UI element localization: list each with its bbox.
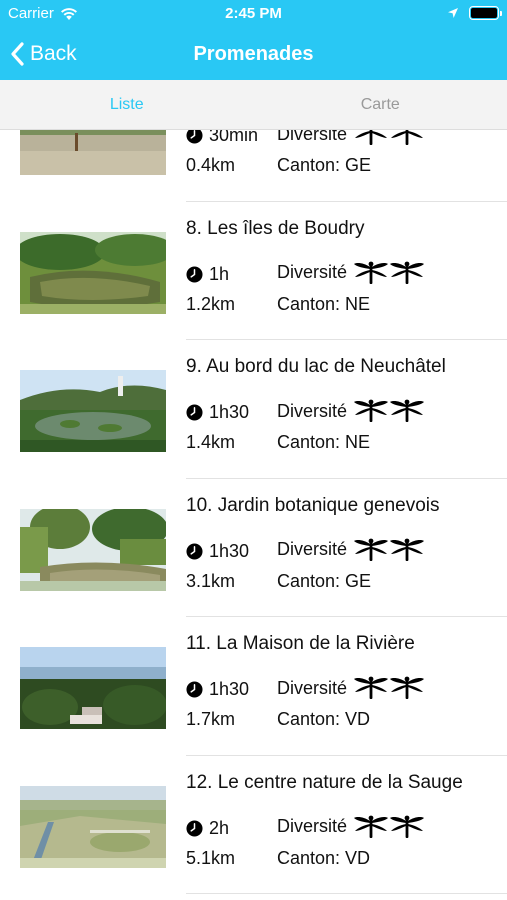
walk-thumbnail (20, 231, 166, 314)
diversity-label: Diversité (277, 677, 348, 698)
distance: 5.1km (186, 847, 236, 868)
walk-thumbnail (20, 785, 166, 868)
scenery-image (20, 785, 166, 868)
duration: 1h30 (186, 679, 249, 700)
dragonfly-icon (390, 676, 425, 699)
dragonfly-rating (353, 399, 425, 423)
duration-value: 1h30 (209, 679, 250, 699)
diversity: Diversité (277, 538, 425, 562)
tab-carte[interactable]: Carte (254, 80, 507, 129)
walk-title: 10. Jardin botanique genevois (186, 494, 440, 516)
diversity-label: Diversité (277, 539, 348, 559)
clock-icon (186, 130, 203, 144)
dragonfly-icon (354, 676, 389, 699)
walk-thumbnail (20, 508, 166, 591)
distance: 1.2km (186, 293, 236, 314)
walk-thumbnail (20, 370, 166, 452)
canton: Canton: VD (277, 709, 371, 729)
dragonfly-rating (353, 538, 425, 562)
distance: 0.4km (186, 155, 236, 175)
dragonfly-icon (390, 261, 425, 284)
canton: Canton: VD (277, 847, 371, 868)
page-title: Promenades (193, 43, 314, 65)
diversity-label: Diversité (277, 400, 348, 421)
status-bar: Carrier 2:45 PM (0, 0, 507, 28)
list-item[interactable]: 12. Le centre nature de la Sauge 2h 5.1k… (20, 756, 507, 894)
distance: 1.4km (186, 432, 236, 452)
duration-value: 1h (209, 263, 230, 284)
clock-icon (186, 542, 203, 560)
scenery-image (20, 647, 166, 729)
walk-title: 11. La Maison de la Rivière (186, 633, 415, 654)
walk-list: 30min 0.4km Diversité Canton: GE 8. Les … (0, 130, 507, 900)
canton: Canton: NE (277, 432, 371, 452)
scenery-image (20, 508, 166, 591)
list-item[interactable]: 9. Au bord du lac de Neuchâtel 1h30 1.4k… (20, 340, 507, 479)
diversity: Diversité (277, 130, 425, 146)
clock-icon (186, 404, 203, 421)
walk-title: 12. Le centre nature de la Sauge (186, 771, 463, 793)
list-item[interactable]: 11. La Maison de la Rivière 1h30 1.7km D… (20, 617, 507, 756)
dragonfly-icon (354, 538, 389, 561)
list-item[interactable]: 30min 0.4km Diversité Canton: GE (20, 130, 507, 202)
dragonfly-icon (390, 815, 425, 838)
dragonfly-icon (354, 261, 389, 284)
distance: 1.7km (186, 709, 236, 729)
tab-liste[interactable]: Liste (0, 80, 254, 129)
clock-icon (186, 681, 203, 698)
diversity: Diversité (277, 399, 425, 423)
location-icon (448, 8, 458, 18)
dragonfly-rating (353, 815, 425, 839)
diversity-label: Diversité (277, 130, 348, 144)
dragonfly-icon (354, 815, 389, 838)
duration-value: 2h (209, 817, 230, 838)
dragonfly-icon (354, 399, 389, 422)
dragonfly-rating (353, 261, 425, 285)
dragonfly-icon (355, 130, 388, 145)
status-time: 2:45 PM (225, 5, 282, 22)
status-right (447, 6, 502, 20)
list-item[interactable]: 8. Les îles de Boudry 1h 1.2km Diversité… (20, 202, 507, 340)
duration: 1h30 (186, 402, 249, 423)
navigation-bar: Back Promenades (0, 28, 507, 80)
dragonfly-rating (353, 676, 425, 700)
duration: 2h (186, 818, 229, 839)
dragonfly-icon (391, 130, 424, 145)
view-tabs: Liste Carte (0, 80, 507, 130)
walk-title: 8. Les îles de Boudry (186, 217, 365, 239)
duration: 1h30 (186, 541, 249, 562)
diversity-label: Diversité (277, 816, 348, 836)
diversity: Diversité (277, 676, 425, 700)
duration-value: 1h30 (209, 402, 250, 422)
walk-thumbnail (20, 647, 166, 729)
dragonfly-icon (390, 399, 425, 422)
clock-icon (186, 265, 203, 283)
distance: 3.1km (186, 570, 236, 591)
canton: Canton: GE (277, 570, 372, 591)
diversity: Diversité (277, 815, 425, 839)
diversity: Diversité (277, 261, 425, 285)
dragonfly-icon (390, 538, 425, 561)
duration-value: 1h30 (209, 540, 250, 561)
canton: Canton: NE (277, 293, 371, 314)
duration: 1h (186, 264, 229, 285)
clock-icon (186, 819, 203, 837)
duration-value: 30min (209, 130, 259, 145)
duration: 30min (186, 130, 258, 146)
walk-thumbnail (20, 130, 166, 175)
canton: Canton: GE (277, 155, 372, 175)
walk-title: 9. Au bord du lac de Neuchâtel (186, 356, 446, 377)
diversity-label: Diversité (277, 262, 348, 282)
dragonfly-rating (353, 130, 425, 146)
scenery-image (20, 130, 166, 175)
battery-icon (469, 6, 502, 20)
scenery-image (20, 231, 166, 314)
list-item[interactable]: 10. Jardin botanique genevois 1h30 3.1km… (20, 479, 507, 617)
scenery-image (20, 370, 166, 452)
